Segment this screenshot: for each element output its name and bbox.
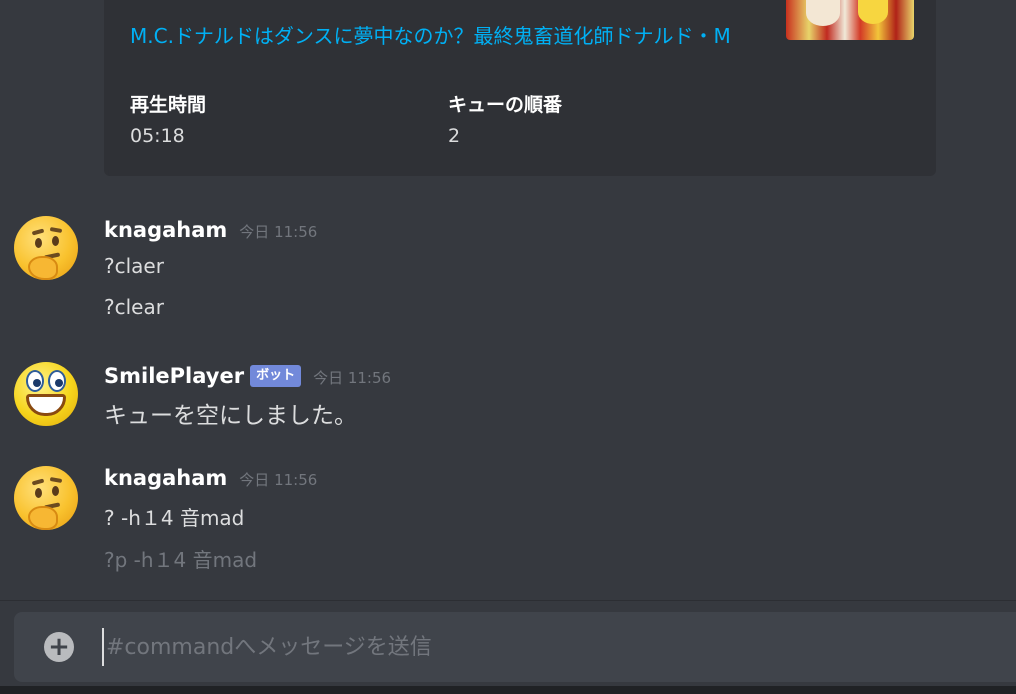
timestamp: 今日 11:56 xyxy=(239,223,318,241)
message-text: キューを空にしました。 xyxy=(104,403,357,429)
embed-field-name: キューの順番 xyxy=(448,94,563,116)
embed-field-name: 再生時間 xyxy=(130,94,207,116)
embed-field-queue-position: キューの順番 2 xyxy=(448,92,562,150)
chat-messages-pane: M.C.ドナルドはダンスに夢中なのか？最終鬼畜道化師ドナルド・M 再生時間 05… xyxy=(0,0,1016,694)
message-header: knagaham 今日 11:56 xyxy=(104,466,317,490)
message-header: knagaham 今日 11:56 xyxy=(104,218,317,242)
bottom-strip xyxy=(0,686,1016,694)
message-group: knagaham 今日 11:56 ? -h１4 音mad ?p -h１4 音m… xyxy=(0,460,1016,580)
avatar[interactable] xyxy=(14,362,78,426)
message-header: SmilePlayer ボット 今日 11:56 xyxy=(104,364,391,388)
message-text-pending: ?p -h１4 音mad xyxy=(104,548,258,572)
message-text: ?clear xyxy=(104,295,164,319)
avatar[interactable] xyxy=(14,216,78,280)
username[interactable]: knagaham xyxy=(104,466,227,490)
message-composer: + xyxy=(14,612,1016,682)
message-group: knagaham 今日 11:56 ?claer ?clear xyxy=(0,212,1016,332)
embed-field-value: 2 xyxy=(448,125,461,147)
video-embed-card: M.C.ドナルドはダンスに夢中なのか？最終鬼畜道化師ドナルド・M 再生時間 05… xyxy=(104,0,936,176)
avatar[interactable] xyxy=(14,466,78,530)
username[interactable]: knagaham xyxy=(104,218,227,242)
username[interactable]: SmilePlayer xyxy=(104,364,244,388)
divider xyxy=(0,600,1016,601)
timestamp: 今日 11:56 xyxy=(313,369,392,387)
plus-circle-icon[interactable]: + xyxy=(44,632,74,662)
message-text: ? -h１4 音mad xyxy=(104,506,245,530)
timestamp: 今日 11:56 xyxy=(239,471,318,489)
embed-title-link[interactable]: M.C.ドナルドはダンスに夢中なのか？最終鬼畜道化師ドナルド・M xyxy=(130,22,750,50)
embed-thumbnail[interactable] xyxy=(786,0,914,40)
message-group: SmilePlayer ボット 今日 11:56 キューを空にしました。 xyxy=(0,358,1016,438)
message-text: ?claer xyxy=(104,254,164,278)
embed-field-value: 05:18 xyxy=(130,125,185,147)
message-input[interactable] xyxy=(102,628,982,666)
embed-field-duration: 再生時間 05:18 xyxy=(130,92,206,150)
bot-tag: ボット xyxy=(250,365,302,387)
